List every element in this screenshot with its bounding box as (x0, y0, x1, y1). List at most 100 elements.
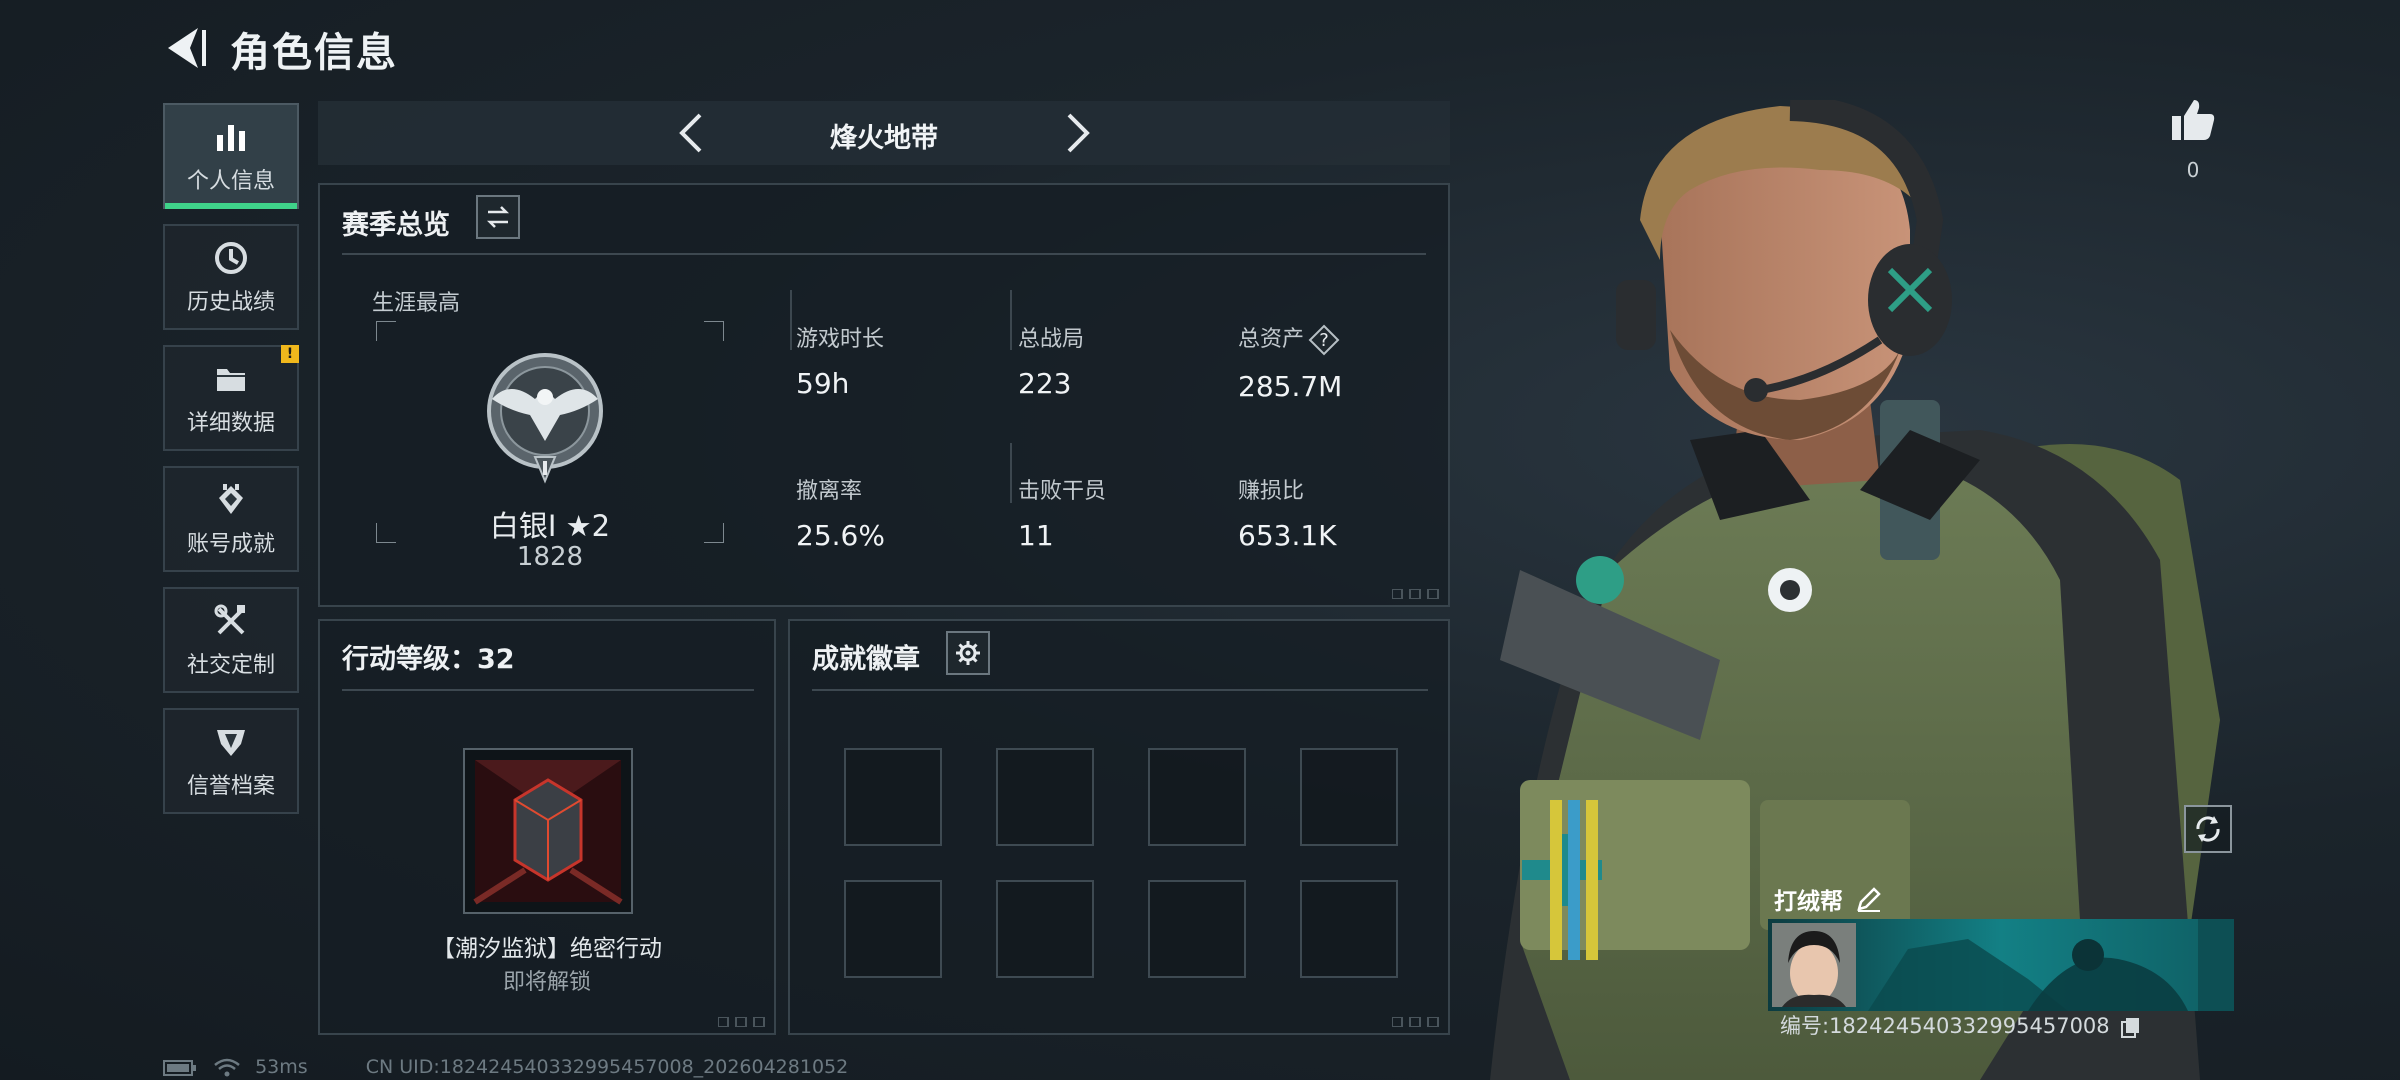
folder-icon (211, 359, 251, 399)
swap-icon (486, 206, 510, 228)
avatar-image (1772, 923, 1856, 1007)
badge-slot[interactable] (1300, 748, 1398, 846)
stat-play-time: 游戏时长 59h (796, 321, 884, 400)
uid-text: CN UID:182424540332995457008_20260428105… (365, 1056, 849, 1078)
rotate-view-button[interactable] (2184, 805, 2232, 853)
career-best-label: 生涯最高 (372, 291, 461, 316)
player-banner[interactable] (1768, 919, 2234, 1011)
nav-label: 社交定制 (186, 653, 275, 678)
corner-decoration (1392, 1017, 1439, 1027)
action-level-title: 行动等级：32 (342, 644, 515, 675)
stat-value: 59h (796, 367, 850, 400)
divider (812, 689, 1428, 691)
stat-total-matches: 总战局 223 (1018, 321, 1084, 400)
rank-name: 白银I ★2 (489, 509, 611, 543)
copy-icon[interactable] (2120, 1016, 2142, 1038)
achievement-title: 成就徽章 (812, 644, 920, 675)
mode-selector: 烽火地带 (318, 101, 1450, 165)
player-id-text: 编号:182424540332995457008 (1780, 1014, 2110, 1038)
gear-icon (956, 641, 980, 665)
shield-icon (211, 722, 251, 762)
status-bar: 53ms CN UID:182424540332995457008_202604… (163, 1056, 848, 1079)
badge-slot[interactable] (1148, 748, 1246, 846)
stat-label: 撤离率 (796, 479, 863, 504)
divider (790, 290, 792, 350)
badge-slot[interactable] (1148, 880, 1246, 978)
wifi-icon (214, 1058, 240, 1076)
nav-label: 历史战绩 (186, 290, 275, 315)
stat-extract-rate: 撤离率 25.6% (796, 473, 885, 552)
refresh-icon (2196, 816, 2220, 842)
nav-label: 详细数据 (186, 411, 275, 436)
divider (342, 689, 754, 691)
stat-value: 11 (1018, 519, 1054, 552)
nav-personal-info[interactable]: 个人信息 (163, 103, 299, 209)
nav-social-custom[interactable]: 社交定制 (163, 587, 299, 693)
badge-slot[interactable] (996, 748, 1094, 846)
rank-score: 1828 (516, 542, 584, 572)
player-card: 打绒帮 编号:182424540332995457008 (1768, 876, 2234, 1066)
stat-value: 223 (1018, 367, 1072, 400)
page-title: 角色信息 (230, 30, 398, 76)
like-button[interactable] (2168, 96, 2218, 146)
player-name-row: 打绒帮 (1774, 880, 1883, 918)
operation-thumbnail[interactable] (463, 748, 633, 914)
stat-label: 总战局 (1018, 327, 1085, 352)
badge-slot[interactable] (1300, 880, 1398, 978)
nav-label: 信誉档案 (186, 774, 275, 799)
stat-label: 游戏时长 (796, 327, 885, 352)
action-level-panel: 行动等级：32 【潮汐监狱】绝密行动 即将解锁 (318, 619, 776, 1035)
achievement-badges-panel: 成就徽章 (788, 619, 1450, 1035)
player-avatar[interactable] (1772, 923, 1856, 1007)
next-mode-button[interactable] (1053, 109, 1101, 157)
stat-operators-defeated: 击败干员 11 (1018, 473, 1106, 552)
switch-season-button[interactable] (476, 195, 520, 239)
chevron-right-icon (1067, 113, 1090, 153)
stat-value: 653.1K (1238, 519, 1337, 552)
operation-status: 即将解锁 (502, 970, 591, 995)
stat-profit-loss-ratio: 赚损比 653.1K (1238, 473, 1337, 552)
stat-total-assets: 总资产? 285.7M (1238, 321, 1342, 403)
nav-account-achievements[interactable]: 账号成就 (163, 466, 299, 572)
back-arrow-icon (168, 28, 206, 68)
stat-label: 赚损比 (1238, 479, 1305, 504)
stat-value: 25.6% (796, 519, 885, 552)
badge-slot[interactable] (844, 748, 942, 846)
achievement-icon (211, 480, 251, 520)
bar-chart-icon (211, 117, 251, 157)
svg-text:?: ? (1319, 330, 1329, 351)
alert-badge: ! (281, 345, 299, 363)
badge-settings-button[interactable] (946, 631, 990, 675)
tools-icon (211, 601, 251, 641)
back-button[interactable] (160, 22, 212, 74)
thumbs-up-icon (2172, 100, 2215, 140)
player-id: 编号:182424540332995457008 (1780, 1010, 2142, 1040)
nav-credit-record[interactable]: 信誉档案 (163, 708, 299, 814)
edit-icon[interactable] (1855, 885, 1883, 913)
stat-label: 击败干员 (1018, 479, 1107, 504)
corner-decoration (1392, 589, 1439, 599)
like-count: 0 (2186, 158, 2200, 182)
ping-value: 53ms (255, 1056, 308, 1078)
season-overview-panel: 赛季总览 生涯最高 白银I ★2 1828 游戏时长 59h 总战局 223 总… (318, 183, 1450, 607)
side-nav: 个人信息 历史战绩 ! 详细数据 账号成就 社交定制 信誉档案 (163, 103, 299, 829)
help-icon[interactable]: ? (1308, 324, 1340, 356)
corner-decoration (718, 1017, 765, 1027)
badge-slot[interactable] (996, 880, 1094, 978)
badge-slot[interactable] (844, 880, 942, 978)
prison-operation-image (473, 760, 623, 905)
stat-label: 总资产 (1238, 327, 1305, 352)
nav-detail-data[interactable]: ! 详细数据 (163, 345, 299, 451)
nav-label: 账号成就 (186, 532, 275, 557)
season-title: 赛季总览 (342, 210, 450, 241)
clock-icon (211, 238, 251, 278)
player-name: 打绒帮 (1774, 889, 1843, 915)
stat-value: 285.7M (1238, 370, 1343, 403)
nav-label: 个人信息 (186, 169, 275, 194)
silver-rank-emblem-icon (487, 353, 603, 484)
battery-icon (163, 1059, 196, 1076)
role-info-screen: 角色信息 个人信息 历史战绩 ! 详细数据 账号成就 社交定制 信誉档案 烽火地… (0, 0, 2400, 1080)
divider (1010, 443, 1012, 503)
nav-match-history[interactable]: 历史战绩 (163, 224, 299, 330)
operation-name: 【潮汐监狱】绝密行动 (432, 936, 662, 962)
